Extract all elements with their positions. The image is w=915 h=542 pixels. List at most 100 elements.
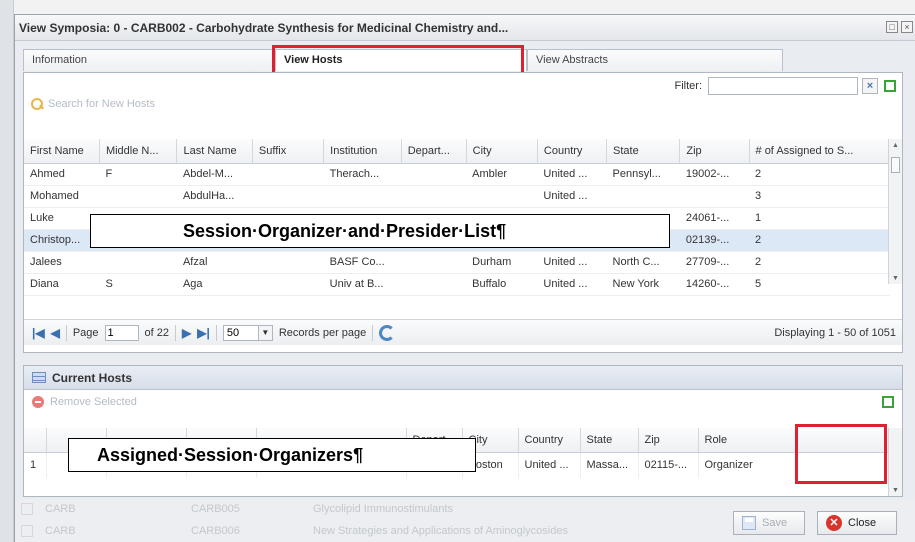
table-cell bbox=[252, 185, 324, 208]
column-header[interactable]: First Name bbox=[24, 139, 100, 164]
tab-information[interactable]: Information bbox=[23, 49, 275, 71]
previous-page-icon[interactable]: ◀ bbox=[51, 326, 60, 340]
table-cell: Buffalo bbox=[466, 273, 538, 296]
column-header[interactable]: Country bbox=[537, 139, 608, 164]
expand-icon[interactable] bbox=[882, 78, 898, 94]
close-button[interactable]: ✕ Close bbox=[817, 511, 897, 535]
table-cell: United ... bbox=[537, 273, 607, 296]
column-header[interactable]: Last Name bbox=[176, 139, 253, 164]
column-header[interactable]: Institution bbox=[323, 139, 402, 164]
chevron-down-icon[interactable]: ▼ bbox=[258, 324, 273, 341]
table-cell: 19002-... bbox=[679, 163, 750, 186]
table-cell: North C... bbox=[606, 251, 680, 274]
expand-icon[interactable] bbox=[880, 394, 896, 410]
page-count-label: of 22 bbox=[144, 326, 169, 339]
table-cell: United ... bbox=[537, 251, 607, 274]
row-number: 1 bbox=[24, 452, 47, 478]
hosts-grid-scrollbar[interactable]: ▲ ▼ bbox=[888, 139, 902, 284]
hosts-grid-header: First Name Middle N... Last Name Suffix … bbox=[24, 139, 891, 164]
column-header[interactable]: State bbox=[606, 139, 681, 164]
last-page-icon[interactable]: ▶| bbox=[197, 326, 210, 340]
filter-input[interactable] bbox=[708, 77, 858, 95]
table-cell: 2 bbox=[749, 229, 890, 252]
table-cell: 3 bbox=[749, 185, 890, 208]
table-cell bbox=[401, 185, 467, 208]
first-page-icon[interactable]: |◀ bbox=[32, 326, 45, 340]
highlight-view-hosts-tab bbox=[272, 45, 524, 75]
column-header[interactable]: # of Assigned to S... bbox=[749, 139, 891, 164]
table-icon bbox=[32, 372, 46, 383]
table-cell: BASF Co... bbox=[323, 251, 402, 274]
column-header[interactable]: Suffix bbox=[252, 139, 325, 164]
callout-session-list: Session·Organizer·and·Presider·List¶ bbox=[90, 214, 670, 248]
scroll-down-icon[interactable]: ▼ bbox=[892, 275, 899, 282]
table-cell: AbdulHa... bbox=[176, 185, 253, 208]
table-cell: 14260-... bbox=[679, 273, 750, 296]
scroll-down-icon[interactable]: ▼ bbox=[892, 487, 899, 494]
separator bbox=[372, 324, 374, 341]
next-page-icon[interactable]: ▶ bbox=[182, 326, 191, 340]
pagination-bar: |◀ ◀ Page of 22 ▶ ▶| ▼ Records per page … bbox=[24, 319, 902, 345]
column-header[interactable]: Country bbox=[518, 428, 581, 453]
column-header[interactable]: Zip bbox=[638, 428, 699, 453]
close-window-icon[interactable]: × bbox=[901, 21, 913, 33]
refresh-icon[interactable] bbox=[379, 324, 396, 341]
column-header[interactable]: City bbox=[466, 139, 538, 164]
table-row[interactable]: Ahmed F Abdel-M... Therach... Ambler Uni… bbox=[24, 163, 890, 186]
dialog-titlebar[interactable]: View Symposia: 0 - CARB002 - Carbohydrat… bbox=[15, 15, 915, 41]
table-cell: Univ at B... bbox=[323, 273, 402, 296]
column-header[interactable]: Depart... bbox=[401, 139, 467, 164]
scroll-up-icon[interactable]: ▲ bbox=[892, 142, 899, 149]
save-icon bbox=[742, 516, 756, 530]
background-left-edge bbox=[0, 0, 14, 542]
table-cell: 02139-... bbox=[679, 229, 750, 252]
current-hosts-panel: Current Hosts Remove Selected Depart. bbox=[23, 365, 903, 497]
table-cell bbox=[323, 185, 402, 208]
table-cell: Therach... bbox=[323, 163, 402, 186]
column-header[interactable] bbox=[24, 428, 47, 453]
remove-icon bbox=[32, 396, 44, 408]
table-row[interactable]: Diana S Aga Univ at B... Buffalo United … bbox=[24, 273, 890, 296]
table-cell: 27709-... bbox=[679, 251, 750, 274]
column-header[interactable]: Zip bbox=[679, 139, 750, 164]
table-cell: Jalees bbox=[24, 251, 100, 274]
clear-filter-icon[interactable]: × bbox=[862, 78, 878, 94]
tab-view-abstracts[interactable]: View Abstracts bbox=[527, 49, 783, 71]
current-hosts-scrollbar[interactable]: ▼ bbox=[888, 428, 902, 496]
table-cell: Massa... bbox=[580, 452, 639, 478]
current-hosts-header[interactable]: Current Hosts bbox=[24, 366, 902, 390]
background-cell: CARB005 bbox=[191, 503, 240, 515]
table-cell: 2 bbox=[749, 251, 890, 274]
table-cell bbox=[606, 185, 680, 208]
page-number-input[interactable] bbox=[104, 324, 139, 341]
column-header[interactable]: Middle N... bbox=[99, 139, 178, 164]
dialog-footer: CARB CARB005 Glycolipid Immunostimulants… bbox=[15, 499, 915, 542]
column-header[interactable]: State bbox=[580, 428, 639, 453]
table-cell: S bbox=[99, 273, 177, 296]
search-new-hosts-label: Search for New Hosts bbox=[48, 98, 155, 110]
scrollbar-thumb[interactable] bbox=[891, 157, 900, 173]
table-row[interactable]: Mohamed AbdulHa... United ... 3 bbox=[24, 185, 890, 208]
close-icon: ✕ bbox=[826, 515, 842, 531]
filter-label: Filter: bbox=[674, 80, 703, 92]
background-row: CARB CARB005 Glycolipid Immunostimulants bbox=[21, 503, 453, 515]
table-row[interactable]: Jalees Afzal BASF Co... Durham United ..… bbox=[24, 251, 890, 274]
remove-selected-button[interactable]: Remove Selected bbox=[24, 390, 902, 414]
search-icon bbox=[30, 97, 44, 111]
table-cell: 5 bbox=[749, 273, 890, 296]
background-row: CARB CARB006 New Strategies and Applicat… bbox=[21, 525, 568, 537]
table-cell: New York bbox=[606, 273, 680, 296]
highlight-role-column bbox=[795, 424, 887, 484]
save-button[interactable]: Save bbox=[733, 511, 805, 535]
search-new-hosts-button[interactable]: Search for New Hosts bbox=[30, 97, 155, 111]
table-cell bbox=[252, 163, 324, 186]
records-per-page-select[interactable] bbox=[222, 324, 259, 341]
maximize-icon[interactable]: □ bbox=[886, 21, 898, 33]
records-per-page-label: Records per page bbox=[278, 326, 367, 339]
table-cell: Durham bbox=[466, 251, 538, 274]
table-cell: Aga bbox=[176, 273, 253, 296]
callout-assigned-organizers: Assigned·Session·Organizers¶ bbox=[68, 438, 476, 472]
separator bbox=[175, 324, 176, 341]
table-cell: United ... bbox=[518, 452, 581, 478]
table-cell bbox=[252, 273, 324, 296]
